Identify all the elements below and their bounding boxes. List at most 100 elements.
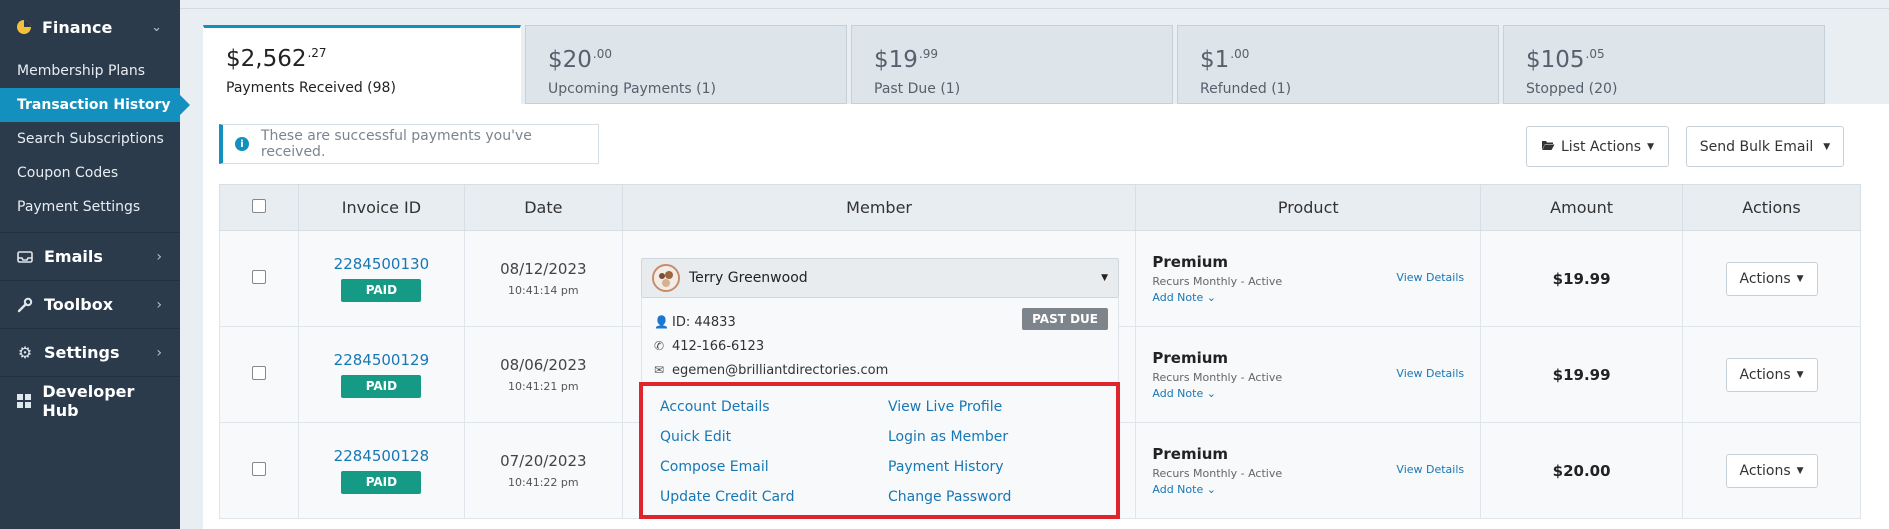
- send-bulk-email-button[interactable]: Send Bulk Email ▼: [1686, 126, 1844, 167]
- invoice-link[interactable]: 2284500128: [334, 447, 429, 465]
- view-details-link[interactable]: View Details: [1396, 271, 1464, 284]
- caret-down-icon: ▼: [1796, 465, 1804, 476]
- tab-amount: $105.05: [1526, 47, 1605, 73]
- tab-label: Upcoming Payments (1): [548, 81, 716, 97]
- tab-upcoming-payments[interactable]: $20.00 Upcoming Payments (1): [525, 25, 847, 104]
- date-text: 08/12/2023: [500, 260, 587, 278]
- actions-cell: Actions ▼: [1682, 230, 1861, 327]
- row-actions-button[interactable]: Actions ▼: [1725, 453, 1818, 488]
- add-note-link[interactable]: Add Note ⌄: [1152, 483, 1464, 496]
- row-actions-button[interactable]: Actions ▼: [1725, 261, 1818, 296]
- invoice-cell: 2284500129 PAID: [297, 326, 465, 423]
- member-id: ID: 44833: [672, 314, 736, 330]
- select-all-checkbox[interactable]: [251, 199, 266, 213]
- nav-developer-hub[interactable]: Developer Hub: [0, 376, 180, 424]
- caret-down-icon: ▼: [1796, 369, 1804, 380]
- actions-cell: Actions ▼: [1682, 422, 1861, 519]
- date-text: 07/20/2023: [500, 452, 587, 470]
- invoice-cell: 2284500130 PAID: [297, 230, 465, 327]
- header-amount[interactable]: Amount: [1480, 184, 1684, 231]
- tab-payments-received[interactable]: $2,562.27 Payments Received (98): [203, 25, 521, 105]
- member-info-card: 👤 ID: 44833 ✆ 412-166-6123 ✉ egemen@brillia…: [641, 298, 1119, 384]
- amount-cell: $19.99: [1480, 230, 1684, 327]
- time-text: 10:41:14 pm: [508, 284, 579, 297]
- amount-cell: $20.00: [1480, 422, 1684, 519]
- select-all-header: [219, 184, 299, 231]
- nav-finance[interactable]: Finance ⌄: [0, 0, 180, 54]
- nav-emails[interactable]: Emails ›: [0, 232, 180, 280]
- grid-icon: [14, 393, 34, 409]
- change-password-link[interactable]: Change Password: [888, 482, 1011, 512]
- chevron-right-icon: ›: [156, 248, 162, 265]
- tab-amount: $1.00: [1200, 47, 1250, 73]
- compose-email-link[interactable]: Compose Email: [660, 452, 794, 482]
- sidebar-item-transaction-history[interactable]: Transaction History: [0, 88, 190, 122]
- chevron-right-icon: ›: [156, 296, 162, 313]
- row-select-cell: [219, 230, 299, 327]
- caret-down-icon: ▼: [1101, 273, 1108, 283]
- row-checkbox[interactable]: [251, 461, 266, 476]
- phone-icon: ✆: [654, 339, 665, 353]
- member-select[interactable]: Terry Greenwood ▼: [641, 258, 1119, 298]
- header-product[interactable]: Product: [1135, 184, 1482, 231]
- row-checkbox[interactable]: [251, 365, 266, 380]
- member-phone-row: ✆ 412-166-6123: [654, 334, 1106, 358]
- product-cell: Premium Recurs Monthly - Active Add Note…: [1135, 422, 1482, 519]
- update-credit-card-link[interactable]: Update Credit Card: [660, 482, 794, 512]
- invoice-link[interactable]: 2284500129: [334, 351, 429, 369]
- date-cell: 08/12/2023 10:41:14 pm: [463, 230, 623, 327]
- info-notice: i These are successful payments you've r…: [219, 124, 599, 164]
- amount-cell: $19.99: [1480, 326, 1684, 423]
- sidebar-item-payment-settings[interactable]: Payment Settings: [0, 190, 180, 224]
- member-phone: 412-166-6123: [672, 338, 765, 354]
- tab-stopped[interactable]: $105.05 Stopped (20): [1503, 25, 1825, 104]
- row-select-cell: [219, 326, 299, 423]
- sidebar-item-search-subscriptions[interactable]: Search Subscriptions: [0, 122, 180, 156]
- nav-toolbox[interactable]: Toolbox ›: [0, 280, 180, 328]
- sidebar: Finance ⌄ Membership Plans Transaction H…: [0, 0, 190, 529]
- product-name: Premium: [1152, 445, 1229, 463]
- date-cell: 08/06/2023 10:41:21 pm: [463, 326, 623, 423]
- row-actions-button[interactable]: Actions ▼: [1725, 357, 1818, 392]
- sidebar-item-coupon-codes[interactable]: Coupon Codes: [0, 156, 180, 190]
- folder-open-icon: [1541, 139, 1555, 155]
- member-name: Terry Greenwood: [689, 270, 808, 286]
- header-date[interactable]: Date: [463, 184, 623, 231]
- quick-edit-link[interactable]: Quick Edit: [660, 422, 794, 452]
- add-note-link[interactable]: Add Note ⌄: [1152, 387, 1464, 400]
- top-divider: [180, 8, 1889, 9]
- payment-history-link[interactable]: Payment History: [888, 452, 1011, 482]
- user-icon: 👤: [654, 315, 669, 329]
- member-email-row: ✉ egemen@brilliantdirectories.com: [654, 358, 1106, 382]
- header-invoice-id[interactable]: Invoice ID: [297, 184, 465, 231]
- tab-label: Stopped (20): [1526, 81, 1618, 97]
- tab-past-due[interactable]: $19.99 Past Due (1): [851, 25, 1173, 104]
- inbox-icon: [14, 250, 36, 264]
- envelope-icon: ✉: [654, 363, 665, 377]
- product-name: Premium: [1152, 253, 1229, 271]
- member-email: egemen@brilliantdirectories.com: [672, 362, 889, 378]
- status-badge: PAID: [341, 375, 422, 398]
- invoice-link[interactable]: 2284500130: [334, 255, 429, 273]
- login-as-member-link[interactable]: Login as Member: [888, 422, 1011, 452]
- view-live-profile-link[interactable]: View Live Profile: [888, 392, 1011, 422]
- account-details-link[interactable]: Account Details: [660, 392, 794, 422]
- member-actions-menu: Account Details Quick Edit Compose Email…: [639, 382, 1120, 519]
- header-member[interactable]: Member: [621, 184, 1137, 231]
- date-cell: 07/20/2023 10:41:22 pm: [463, 422, 623, 519]
- chevron-down-icon: ⌄: [151, 19, 162, 35]
- summary-tabs: $2,562.27 Payments Received (98) $20.00 …: [203, 25, 1829, 105]
- add-note-link[interactable]: Add Note ⌄: [1152, 291, 1464, 304]
- pie-chart-icon: [14, 19, 34, 35]
- list-actions-button[interactable]: List Actions ▼: [1526, 126, 1669, 167]
- row-checkbox[interactable]: [251, 269, 266, 284]
- nav-settings[interactable]: ⚙ Settings ›: [0, 328, 180, 376]
- sidebar-item-membership-plans[interactable]: Membership Plans: [0, 54, 180, 88]
- time-text: 10:41:22 pm: [508, 476, 579, 489]
- product-name: Premium: [1152, 349, 1229, 367]
- view-details-link[interactable]: View Details: [1396, 463, 1464, 476]
- tab-refunded[interactable]: $1.00 Refunded (1): [1177, 25, 1499, 104]
- view-details-link[interactable]: View Details: [1396, 367, 1464, 380]
- tab-amount: $2,562.27: [226, 46, 327, 72]
- member-links-left: Account Details Quick Edit Compose Email…: [660, 392, 794, 512]
